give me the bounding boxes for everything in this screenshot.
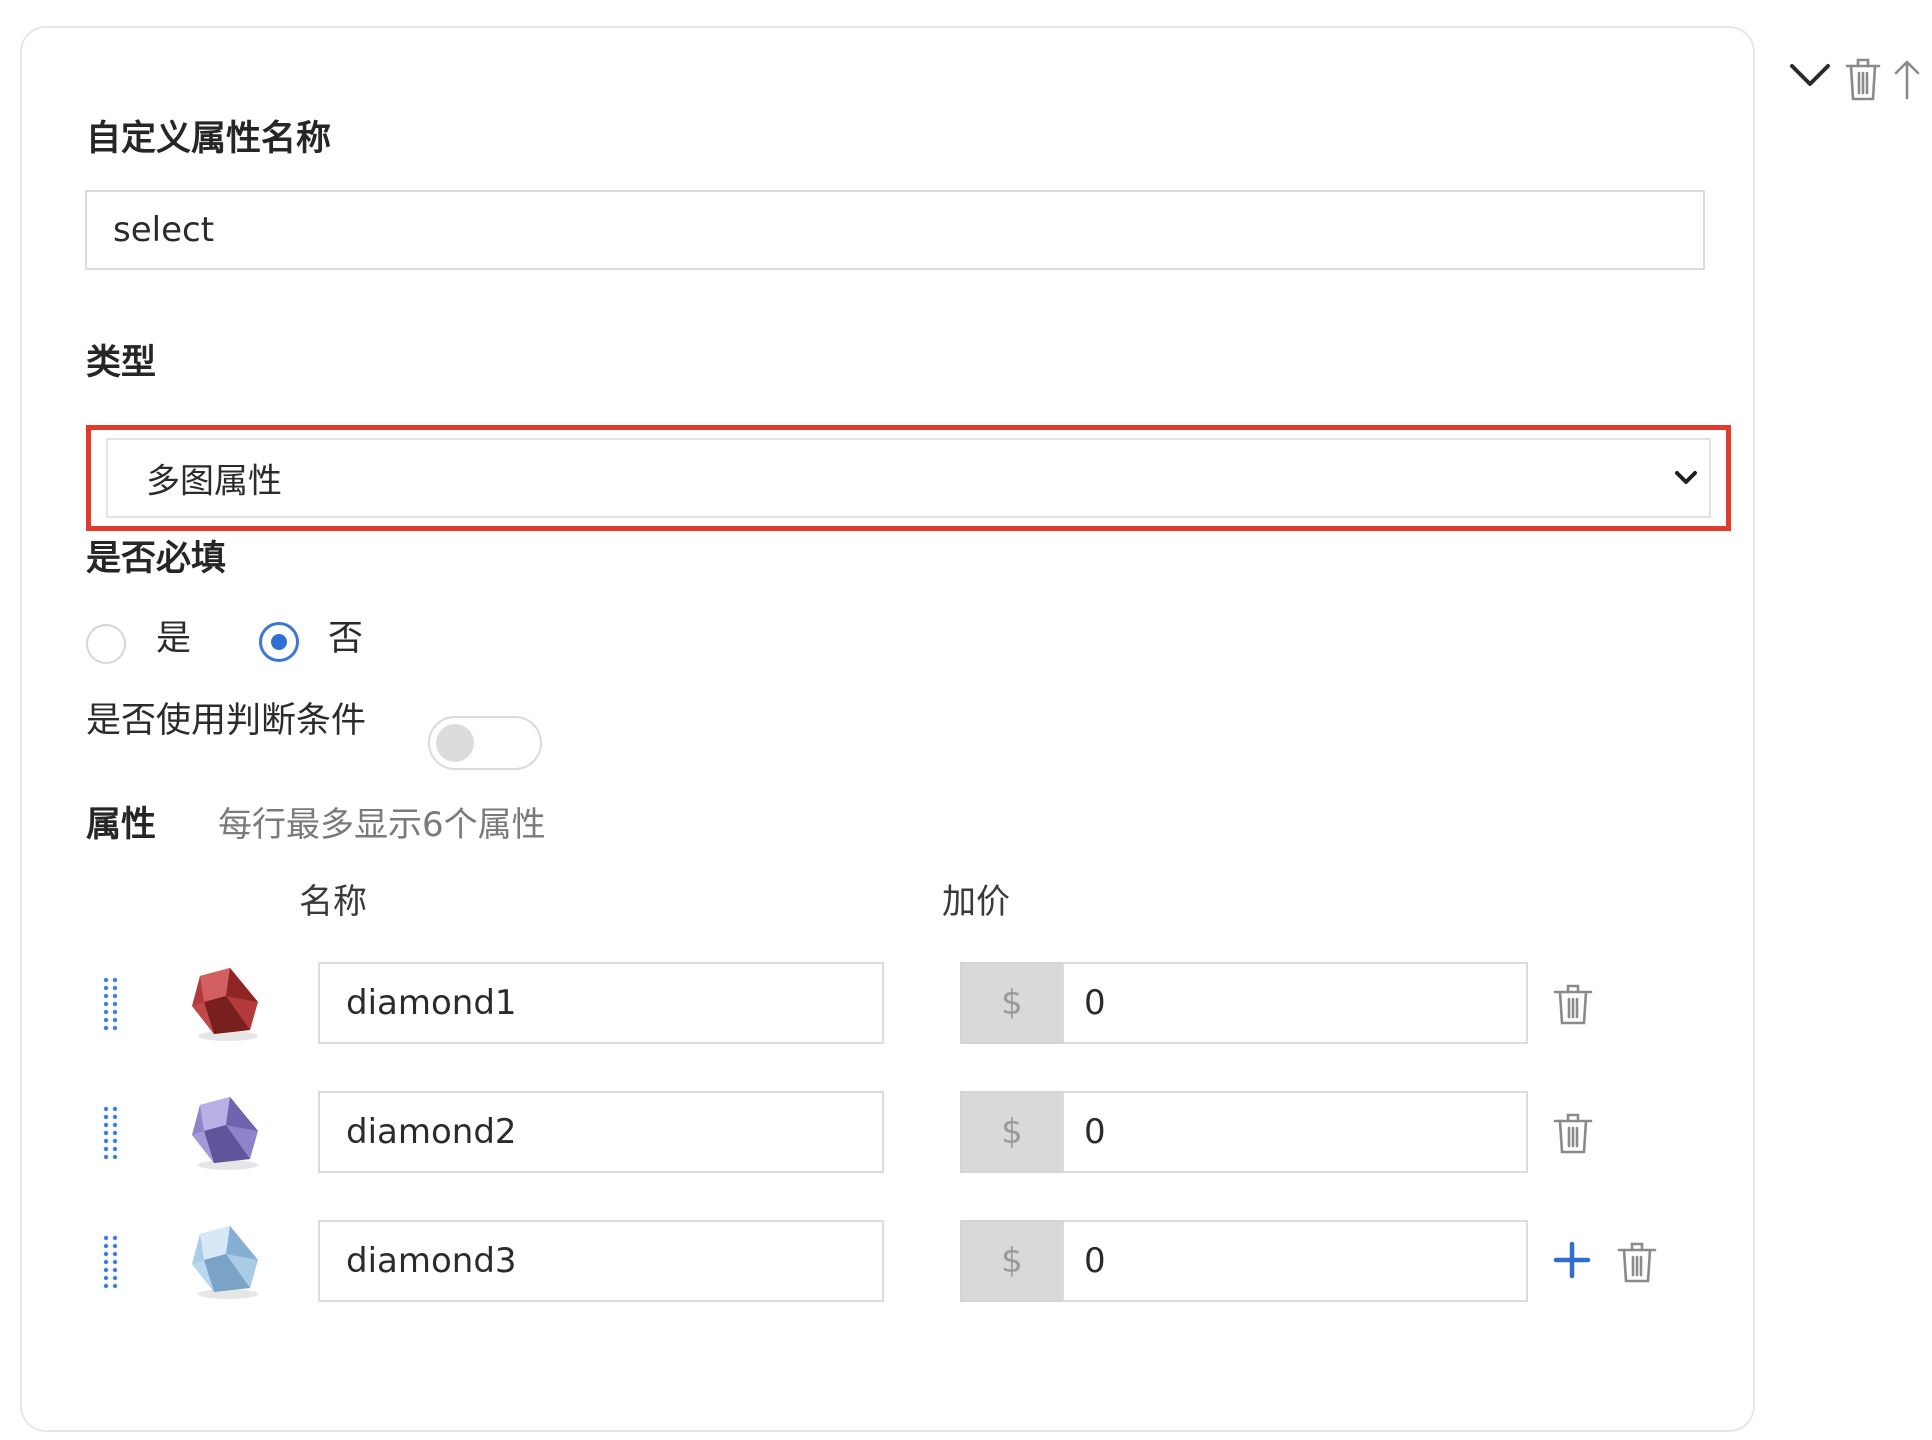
gem-image[interactable] [174, 1091, 274, 1177]
add-attribute-icon[interactable] [1552, 1240, 1592, 1280]
attributes-hint: 每行最多显示6个属性 [218, 805, 546, 845]
attribute-name-input[interactable]: diamond1 [318, 962, 884, 1044]
attribute-name-input[interactable]: diamond3 [318, 1220, 884, 1302]
attributes-label: 属性 [86, 805, 157, 845]
required-no-radio[interactable] [259, 622, 299, 662]
drag-handle-icon[interactable] [102, 976, 120, 1034]
arrow-up-icon[interactable] [1892, 58, 1922, 102]
currency-prefix: $ [960, 1091, 1064, 1173]
chevron-down-icon[interactable] [1788, 58, 1832, 92]
attribute-name-value: diamond2 [346, 1112, 517, 1152]
toggle-knob [436, 724, 474, 762]
price-input[interactable]: 0 [1062, 1220, 1528, 1302]
column-header-price: 加价 [942, 882, 1010, 922]
column-header-name: 名称 [299, 882, 367, 922]
chevron-down-icon [1675, 471, 1697, 484]
drag-handle-icon[interactable] [102, 1105, 120, 1163]
type-select-value: 多图属性 [146, 461, 282, 502]
condition-label: 是否使用判断条件 [86, 701, 367, 741]
custom-attr-value: select [113, 210, 215, 250]
trash-icon[interactable] [1552, 982, 1594, 1026]
required-yes-radio[interactable] [86, 624, 126, 664]
attribute-name-input[interactable]: diamond2 [318, 1091, 884, 1173]
price-value: 0 [1084, 983, 1106, 1023]
custom-attr-input[interactable]: select [85, 190, 1705, 270]
gem-image[interactable] [174, 962, 274, 1048]
trash-icon[interactable] [1552, 1111, 1594, 1155]
price-value: 0 [1084, 1112, 1106, 1152]
currency-prefix: $ [960, 962, 1064, 1044]
attribute-row: diamond2 $ 0 [22, 1091, 1753, 1173]
currency-prefix: $ [960, 1220, 1064, 1302]
gem-image[interactable] [174, 1220, 274, 1306]
drag-handle-icon[interactable] [102, 1234, 120, 1292]
type-label: 类型 [86, 343, 157, 383]
condition-toggle[interactable] [428, 716, 542, 770]
price-input[interactable]: 0 [1062, 962, 1528, 1044]
price-value: 0 [1084, 1241, 1106, 1281]
attribute-card: 自定义属性名称 select 类型 多图属性 是否必填 是 否 是否使用判断条件… [20, 26, 1755, 1432]
attribute-row: diamond3 $ 0 [22, 1220, 1753, 1302]
trash-icon[interactable] [1616, 1240, 1658, 1284]
type-select-highlight: 多图属性 [86, 425, 1731, 531]
attribute-name-value: diamond1 [346, 983, 517, 1023]
price-input[interactable]: 0 [1062, 1091, 1528, 1173]
type-select[interactable]: 多图属性 [106, 438, 1711, 518]
attribute-row: diamond1 $ 0 [22, 962, 1753, 1044]
custom-attr-label: 自定义属性名称 [86, 119, 332, 159]
attribute-name-value: diamond3 [346, 1241, 517, 1281]
trash-icon[interactable] [1844, 56, 1882, 102]
required-no-label: 否 [328, 619, 364, 659]
required-label: 是否必填 [86, 539, 227, 579]
required-yes-label: 是 [156, 619, 192, 659]
